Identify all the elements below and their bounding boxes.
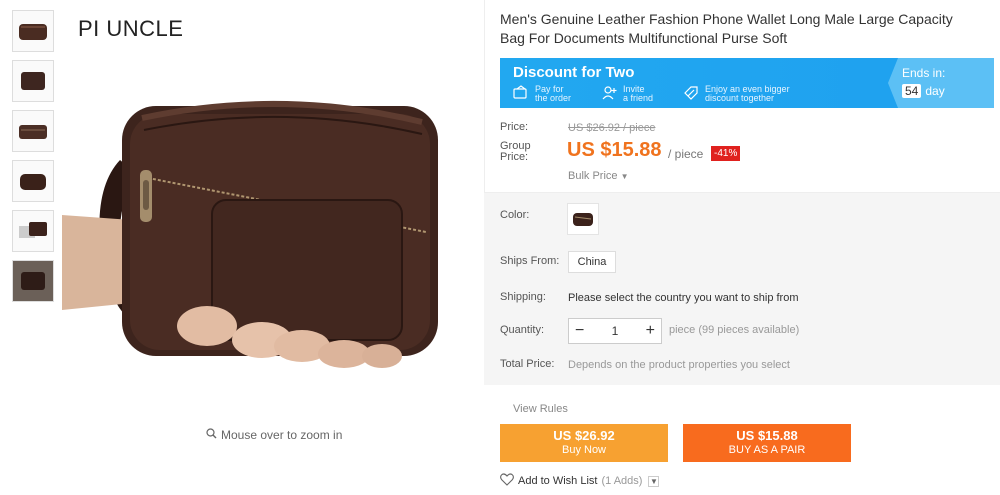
quantity-availability: piece (99 pieces available) <box>669 324 800 336</box>
product-title: Men's Genuine Leather Fashion Phone Wall… <box>500 11 953 46</box>
column-divider <box>484 0 485 200</box>
group-price-label-line2: Price: <box>500 151 529 163</box>
bulk-price-label: Bulk Price <box>568 170 618 182</box>
discount-banner[interactable]: Discount for Two Pay for the order Invite… <box>500 58 994 108</box>
group-price-label: Group Price: <box>500 141 560 163</box>
discount-step-invite: Invite a friend <box>600 84 653 104</box>
total-price-message: Depends on the product properties you se… <box>568 359 790 371</box>
original-price: US $26.92 / piece <box>568 122 656 134</box>
brand-name: PI UNCLE <box>78 16 184 41</box>
invite-friend-icon <box>600 84 618 104</box>
quantity-stepper: − 1 + <box>568 318 662 344</box>
quantity-increase-button[interactable]: + <box>646 322 655 340</box>
product-page: PI UNCLE Mouse over to zoom in Men's Gen… <box>0 0 1000 495</box>
total-price-label: Total Price: <box>500 358 555 370</box>
quantity-decrease-button[interactable]: − <box>575 322 584 340</box>
thumbnail-3[interactable] <box>12 110 54 152</box>
thumbnail-1[interactable] <box>12 10 54 52</box>
thumbnail-6[interactable] <box>12 260 54 302</box>
pay-icon <box>512 84 530 104</box>
shipping-label: Shipping: <box>500 291 546 303</box>
discount-badge: -41% <box>711 146 741 161</box>
ends-in-number: 54 <box>902 84 922 98</box>
buy-as-pair-label: BUY AS A PAIR <box>728 444 806 456</box>
discount-step-enjoy-line2: discount together <box>705 93 775 103</box>
thumbnail-2[interactable] <box>12 60 54 102</box>
group-price: US $15.88 <box>567 139 662 161</box>
discount-step-pay-line2: the order <box>535 93 572 103</box>
discount-heading: Discount for Two <box>513 64 635 81</box>
view-rules-link[interactable]: View Rules <box>513 403 568 415</box>
color-swatch-icon <box>573 213 593 226</box>
product-image[interactable] <box>62 10 482 420</box>
buy-now-button[interactable]: US $26.92 Buy Now <box>500 424 668 462</box>
wish-list[interactable]: Add to Wish List (1 Adds) ▼ <box>500 473 660 489</box>
ships-from-label: Ships From: <box>500 255 560 267</box>
color-label: Color: <box>500 209 530 221</box>
ends-in-label: Ends in: <box>902 66 946 80</box>
heart-icon <box>500 473 514 489</box>
buy-now-price: US $26.92 <box>553 428 615 443</box>
bulk-price-toggle[interactable]: Bulk Price ▼ <box>568 170 629 182</box>
caret-down-icon: ▼ <box>620 172 629 181</box>
price-label: Price: <box>500 121 529 133</box>
quantity-label: Quantity: <box>500 324 545 336</box>
discount-tag-icon <box>682 84 700 104</box>
price-unit: / piece <box>668 147 704 161</box>
discount-step-enjoy: Enjoy an even bigger discount together <box>682 84 790 104</box>
thumbnail-4[interactable] <box>12 160 54 202</box>
wish-list-label: Add to Wish List <box>518 475 598 487</box>
color-option[interactable] <box>567 203 599 235</box>
ends-in-days: 54 day <box>902 84 945 98</box>
thumbnail-strip <box>12 10 56 310</box>
magnifier-icon <box>206 428 217 442</box>
buy-now-label: Buy Now <box>561 444 607 456</box>
zoom-hint: Mouse over to zoom in <box>206 428 342 442</box>
ships-from-option[interactable]: China <box>568 251 616 273</box>
options-panel <box>484 193 1000 385</box>
discount-step-pay: Pay for the order <box>512 84 571 104</box>
zoom-hint-text: Mouse over to zoom in <box>221 428 343 442</box>
ends-in-unit: day <box>925 84 945 98</box>
wish-list-count: (1 Adds) <box>601 475 643 487</box>
thumbnail-5[interactable] <box>12 210 54 252</box>
discount-step-invite-line2: a friend <box>623 93 654 103</box>
quantity-input[interactable]: 1 <box>612 324 619 338</box>
chevron-down-icon[interactable]: ▼ <box>648 475 660 487</box>
buy-as-pair-button[interactable]: US $15.88 BUY AS A PAIR <box>683 424 851 462</box>
buy-as-pair-price: US $15.88 <box>736 428 798 443</box>
shipping-message: Please select the country you want to sh… <box>568 292 799 304</box>
